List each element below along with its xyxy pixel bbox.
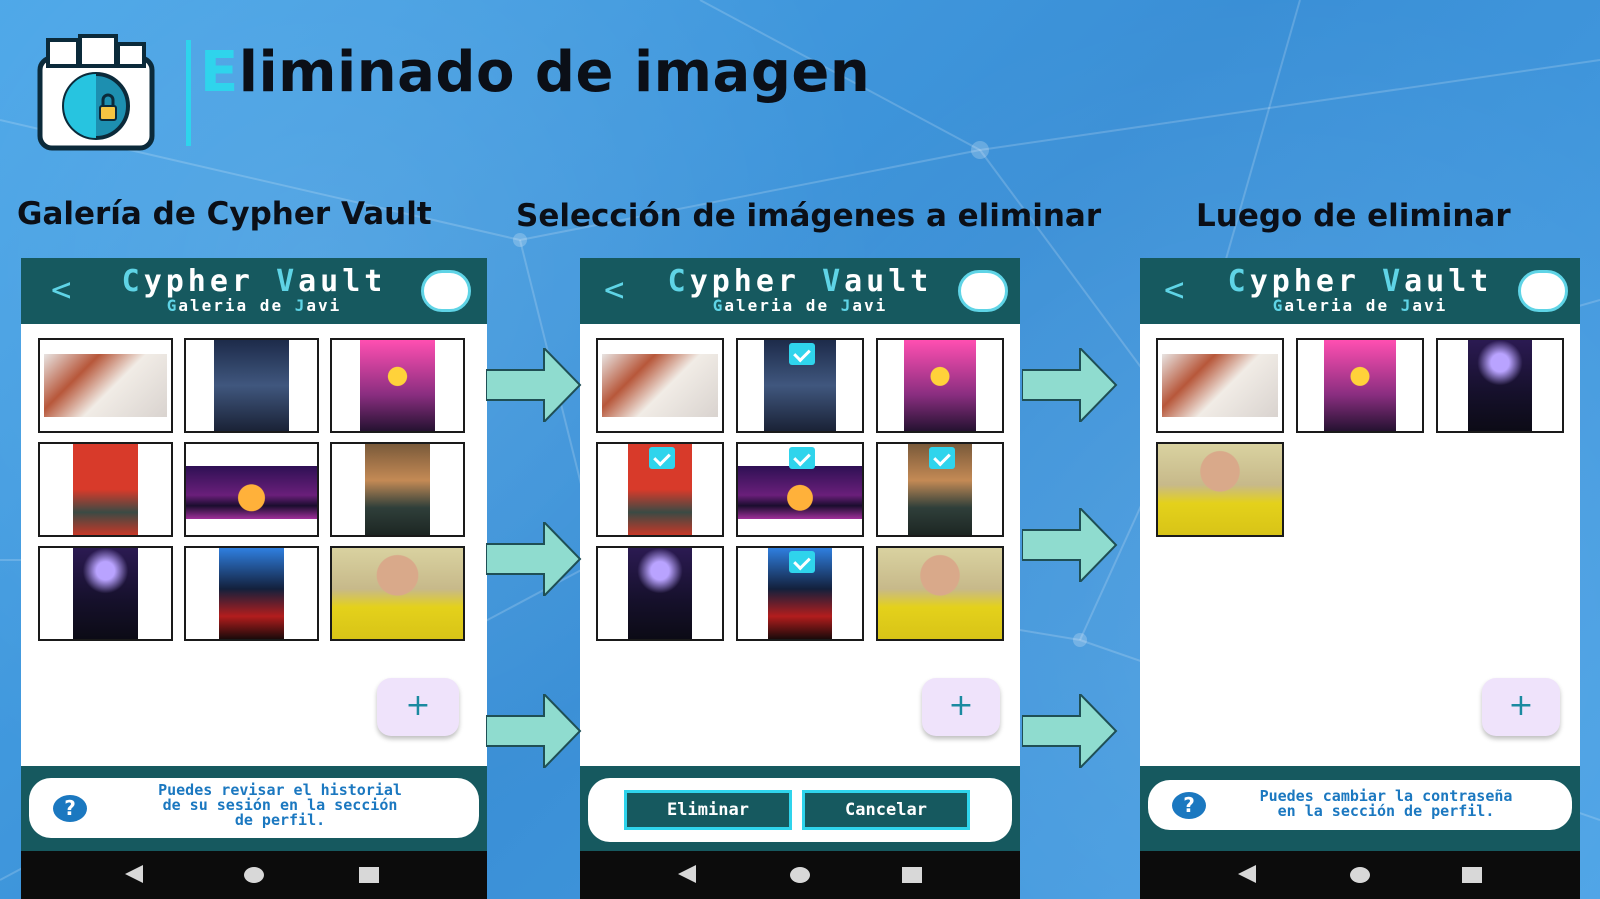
action-bar: Eliminar Cancelar (580, 766, 1020, 851)
thumb-city-night-sky[interactable] (736, 338, 864, 433)
camera-logo-icon[interactable] (1518, 270, 1568, 312)
thumb-anime-girl-red-hair[interactable] (38, 338, 173, 433)
right-arrow-icon (486, 522, 582, 596)
app-name: Cypher Vault (1227, 264, 1493, 299)
selected-check-icon (789, 447, 815, 469)
android-nav-bar (1140, 851, 1580, 899)
nav-back-icon[interactable] (125, 865, 143, 883)
tip-bar: ? Puedes cambiar la contraseña en la sec… (1140, 766, 1580, 851)
thumb-red-blue-fire-character[interactable] (184, 546, 319, 641)
phone-screen-after-delete: < Cypher Vault Galeria de Javi + ? Puede… (1140, 258, 1580, 899)
thumb-retro-sunset-landscape[interactable] (736, 442, 864, 537)
thumb-retro-sunset-landscape[interactable] (184, 442, 319, 537)
thumb-selfie-yellow-hoodie[interactable] (876, 546, 1004, 641)
tip-text: Puedes revisar el historial de su sesión… (158, 781, 402, 829)
nav-home-icon[interactable] (244, 867, 264, 883)
thumb-dark-character-purple[interactable] (38, 546, 173, 641)
thumb-selfie-yellow-hoodie[interactable] (1156, 442, 1284, 537)
gallery-owner-subtitle: Galeria de Javi (1272, 296, 1448, 315)
help-icon: ? (53, 795, 87, 822)
camera-logo-icon[interactable] (421, 270, 471, 312)
right-arrow-icon (1022, 694, 1118, 768)
app-header: < Cypher Vault Galeria de Javi (580, 258, 1020, 324)
selected-check-icon (789, 551, 815, 573)
action-card: Eliminar Cancelar (588, 778, 1012, 842)
thumb-anime-boy-jacket[interactable] (330, 442, 465, 537)
tip-text: Puedes cambiar la contraseña en la secci… (1259, 787, 1513, 820)
tip-card: ? Puedes cambiar la contraseña en la sec… (1148, 780, 1572, 830)
right-arrow-icon (1022, 348, 1118, 422)
app-name: Cypher Vault (121, 264, 387, 299)
column-title-after-delete: Luego de eliminar (1196, 198, 1511, 234)
selected-check-icon (929, 447, 955, 469)
app-header: < Cypher Vault Galeria de Javi (21, 258, 487, 324)
app-header: < Cypher Vault Galeria de Javi (1140, 258, 1580, 324)
thumb-red-dragon-warrior[interactable] (596, 442, 724, 537)
tip-card: ? Puedes revisar el historial de su sesi… (29, 778, 479, 838)
gallery-owner-subtitle: Galeria de Javi (166, 296, 342, 315)
column-title-gallery: Galería de Cypher Vault (17, 196, 432, 232)
app-name: Cypher Vault (667, 264, 933, 299)
thumb-sunset-synthwave-city[interactable] (876, 338, 1004, 433)
help-icon: ? (1172, 792, 1206, 819)
nav-back-icon[interactable] (678, 865, 696, 883)
thumb-red-blue-fire-character[interactable] (736, 546, 864, 641)
selected-check-icon (649, 447, 675, 469)
add-image-button[interactable]: + (922, 678, 1000, 736)
right-arrow-icon (1022, 508, 1118, 582)
phone-screen-gallery: < Cypher Vault Galeria de Javi + ? Puede… (21, 258, 487, 899)
nav-back-icon[interactable] (1238, 865, 1256, 883)
cypher-vault-logo (37, 34, 155, 151)
thumb-city-night-sky[interactable] (184, 338, 319, 433)
thumb-anime-boy-jacket[interactable] (876, 442, 1004, 537)
thumb-selfie-yellow-hoodie[interactable] (330, 546, 465, 641)
thumb-anime-girl-red-hair[interactable] (1156, 338, 1284, 433)
selected-check-icon (789, 343, 815, 365)
thumb-dark-character-purple[interactable] (1436, 338, 1564, 433)
thumb-red-dragon-warrior[interactable] (38, 442, 173, 537)
gallery-owner-subtitle: Galeria de Javi (712, 296, 888, 315)
add-image-button[interactable]: + (1482, 678, 1560, 736)
android-nav-bar (580, 851, 1020, 899)
thumb-anime-girl-red-hair[interactable] (596, 338, 724, 433)
nav-recents-icon[interactable] (359, 867, 379, 883)
nav-home-icon[interactable] (1350, 867, 1370, 883)
delete-button[interactable]: Eliminar (624, 790, 792, 830)
thumb-sunset-synthwave-city[interactable] (330, 338, 465, 433)
title-accent-bar (186, 40, 191, 146)
nav-recents-icon[interactable] (1462, 867, 1482, 883)
thumb-sunset-synthwave-city[interactable] (1296, 338, 1424, 433)
add-image-button[interactable]: + (377, 678, 459, 736)
slide-title: Eliminado de imagen (200, 40, 871, 105)
nav-recents-icon[interactable] (902, 867, 922, 883)
thumb-dark-character-purple[interactable] (596, 546, 724, 641)
android-nav-bar (21, 851, 487, 899)
right-arrow-icon (486, 694, 582, 768)
tip-bar: ? Puedes revisar el historial de su sesi… (21, 766, 487, 851)
phone-screen-selection: < Cypher Vault Galeria de Javi + Elimina… (580, 258, 1020, 899)
column-title-selection: Selección de imágenes a eliminar (516, 198, 1102, 234)
nav-home-icon[interactable] (790, 867, 810, 883)
camera-logo-icon[interactable] (958, 270, 1008, 312)
cancel-button[interactable]: Cancelar (802, 790, 970, 830)
right-arrow-icon (486, 348, 582, 422)
